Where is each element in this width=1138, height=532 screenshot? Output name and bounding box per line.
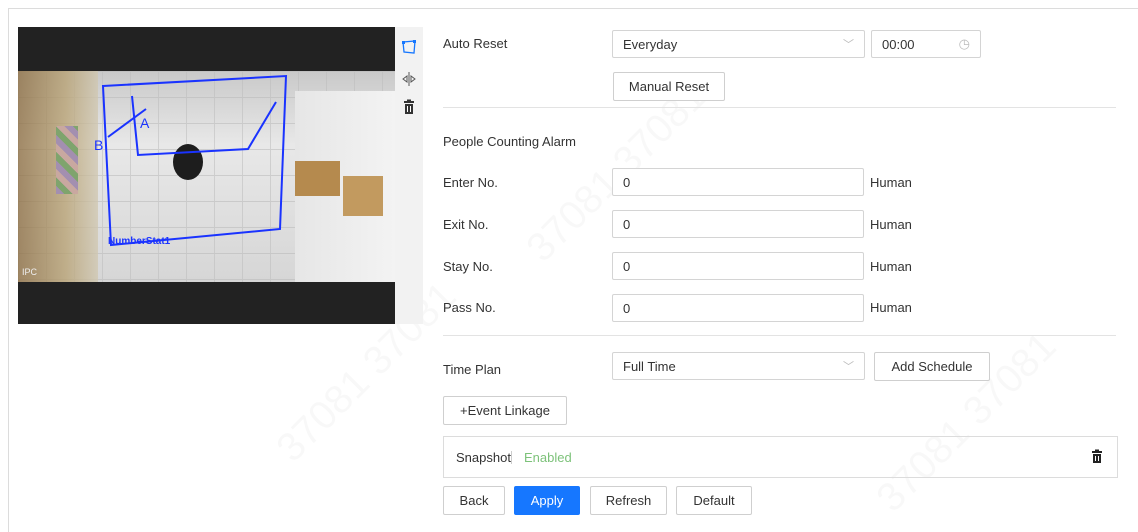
time-plan-label: Time Plan [443,362,502,377]
linkage-item-snapshot: Snapshot Enabled [443,436,1118,478]
resize-icon[interactable] [401,71,417,87]
manual-reset-button[interactable]: Manual Reset [613,72,725,101]
chevron-down-icon: ﹀ [843,361,854,373]
event-linkage-button[interactable]: +Event Linkage [443,396,567,425]
pass-no-input[interactable] [612,294,864,322]
auto-reset-time-value: 00:00 [882,37,915,52]
apply-button[interactable]: Apply [514,486,580,515]
people-counting-alarm-title: People Counting Alarm [443,134,576,149]
trash-icon[interactable] [1091,449,1103,466]
chevron-down-icon: ﹀ [843,39,854,51]
auto-reset-label: Auto Reset [443,36,508,51]
top-border [8,8,1138,9]
pass-no-unit: Human [870,300,912,315]
exit-no-input[interactable] [612,210,864,238]
auto-reset-time-picker[interactable]: 00:00 ◷ [871,30,981,58]
section-divider [443,107,1116,108]
delete-icon[interactable] [401,99,417,115]
detection-region [101,74,288,247]
default-button[interactable]: Default [676,486,752,515]
section-divider [443,335,1116,336]
stay-no-label: Stay No. [443,259,493,274]
draw-area-icon[interactable] [401,39,417,55]
line-label-a: A [140,115,150,131]
enter-no-label: Enter No. [443,175,498,190]
line-label-b: B [94,137,103,153]
rule-name-label: NumberStat1 [108,236,171,247]
auto-reset-period-value: Everyday [623,37,678,52]
time-plan-value: Full Time [623,359,676,374]
stay-no-unit: Human [870,259,912,274]
linkage-status: Enabled [524,450,572,465]
drawing-toolbar [395,27,423,324]
pass-no-label: Pass No. [443,300,496,315]
back-button[interactable]: Back [443,486,505,515]
enter-no-input[interactable] [612,168,864,196]
detection-inner-line [131,95,277,157]
exit-no-label: Exit No. [443,217,489,232]
left-border [8,8,9,532]
linkage-separator [511,451,512,464]
clock-icon: ◷ [958,36,970,51]
enter-no-unit: Human [870,175,912,190]
time-plan-select[interactable]: Full Time ﹀ [612,352,865,380]
stay-no-input[interactable] [612,252,864,280]
osd-text: IPC [22,267,38,277]
auto-reset-period-select[interactable]: Everyday ﹀ [612,30,865,58]
add-schedule-button[interactable]: Add Schedule [874,352,990,381]
linkage-name: Snapshot [456,450,511,465]
detection-overlay[interactable]: A B NumberStat1 [18,27,395,324]
refresh-button[interactable]: Refresh [590,486,667,515]
live-video-panel[interactable]: A B NumberStat1 IPC [18,27,395,324]
exit-no-unit: Human [870,217,912,232]
